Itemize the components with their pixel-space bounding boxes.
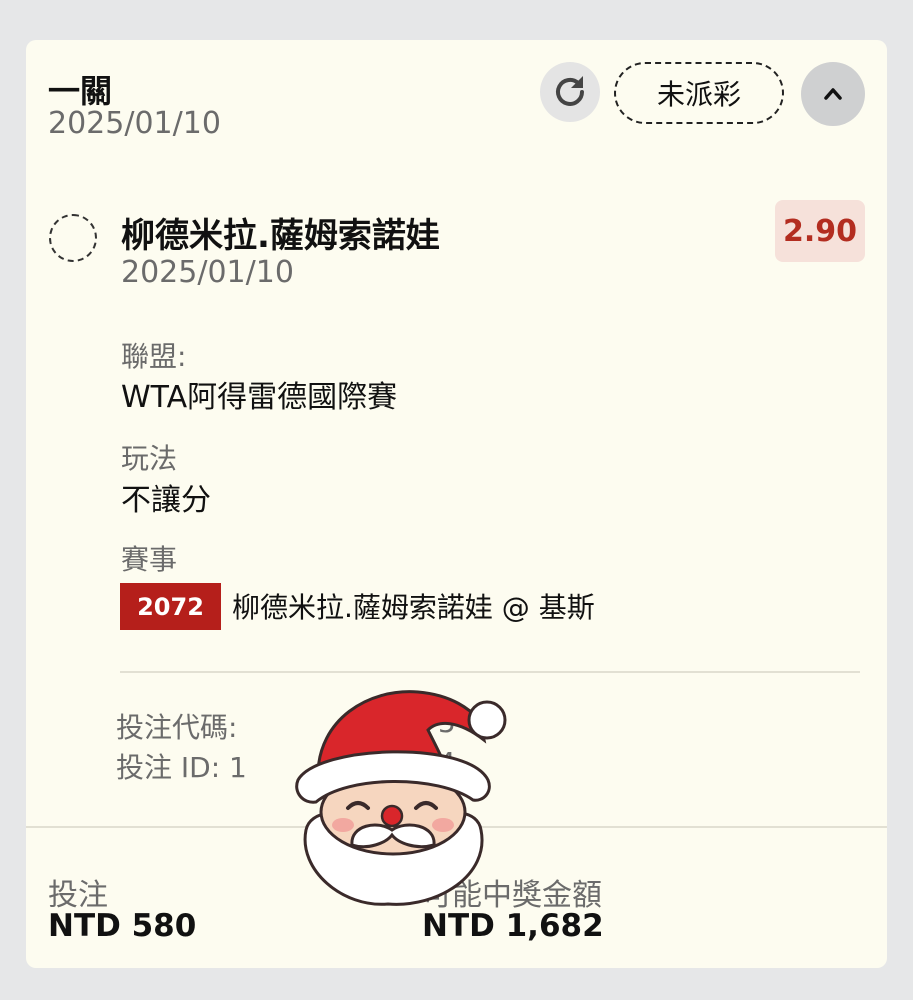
league-label: 聯盟: (121, 340, 187, 373)
selection-radio[interactable] (49, 214, 97, 262)
event-label: 賽事 (121, 543, 178, 576)
collapse-button[interactable] (801, 62, 865, 126)
status-badge: 未派彩 (614, 62, 784, 124)
selection-name: 柳德米拉.薩姆索諾娃 (121, 216, 440, 256)
event-code-badge: 2072 (120, 583, 221, 630)
event-name: 柳德米拉.薩姆索諾娃 @ 基斯 (232, 591, 595, 624)
selection-date: 2025/01/10 (121, 255, 294, 290)
bet-code-label: 投注代碼: (116, 711, 238, 744)
bet-date: 2025/01/10 (48, 106, 221, 141)
refresh-icon (556, 76, 584, 106)
chevron-up-icon (824, 88, 842, 100)
market-value: 不讓分 (121, 483, 211, 518)
stake-value: NTD 580 (48, 908, 197, 944)
refresh-button[interactable] (540, 62, 600, 122)
league-value: WTA阿得雷德國際賽 (121, 380, 398, 415)
odds-badge: 2.90 (775, 200, 865, 262)
market-label: 玩法 (121, 442, 178, 475)
bet-id-label: 投注 ID: 1 (116, 751, 247, 784)
payout-value: NTD 1,682 (422, 908, 604, 944)
bet-card: 一關 2025/01/10 未派彩 柳德米拉.薩姆索諾娃 2025/01/10 … (26, 40, 887, 968)
section-divider (120, 671, 860, 673)
santa-sticker (295, 690, 507, 906)
